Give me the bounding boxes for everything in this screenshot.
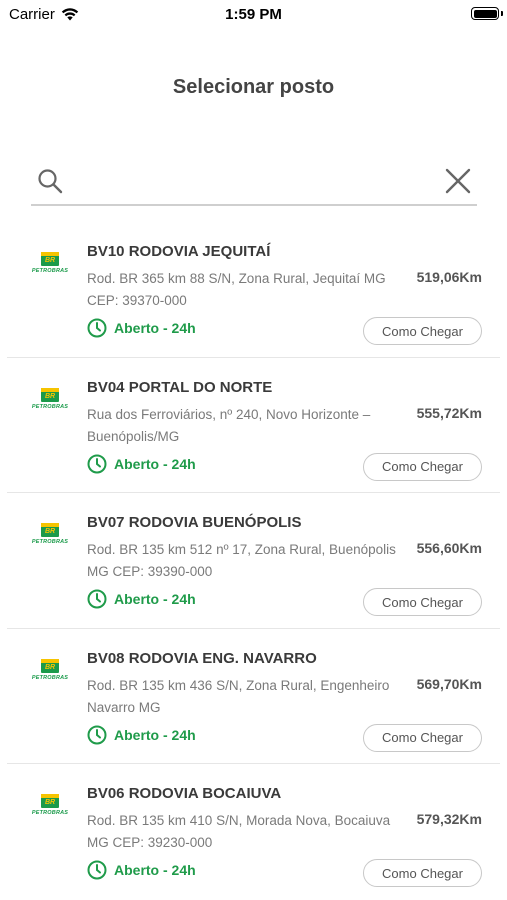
search-input[interactable]	[76, 168, 416, 198]
battery-tip	[501, 11, 503, 16]
station-address: Rod. BR 135 km 436 S/N, Zona Rural, Enge…	[87, 677, 390, 715]
logo-brand-text: PETROBRAS	[31, 674, 69, 681]
open-status: Aberto - 24h	[87, 725, 196, 745]
search-icon[interactable]	[37, 168, 63, 194]
logo-brand-text: PETROBRAS	[31, 810, 69, 816]
petrobras-logo: BR PETROBRAS	[29, 523, 71, 545]
open-status: Aberto - 24h	[87, 860, 196, 880]
station-distance: 519,06Km	[416, 269, 482, 285]
directions-button[interactable]: Como Chegar	[363, 317, 482, 345]
open-status: Aberto - 24h	[87, 318, 196, 338]
station-address: Rod. BR 365 km 88 S/N, Zona Rural, Jequi…	[87, 271, 386, 308]
open-status-label: Aberto - 24h	[114, 320, 196, 336]
station-name: BV04 PORTAL DO NORTE	[87, 378, 273, 396]
clock-icon	[87, 454, 107, 473]
station-address: Rod. BR 135 km 512 nº 17, Zona Rural, Bu…	[87, 542, 396, 579]
station-distance: 579,32Km	[416, 811, 482, 827]
clock-icon	[87, 860, 107, 880]
close-icon[interactable]	[445, 168, 471, 194]
station-name: BV10 RODOVIA JEQUITAÍ	[87, 243, 271, 260]
station-distance: 556,60Km	[416, 540, 482, 556]
logo-flag-text: BR	[44, 392, 56, 400]
logo-brand-text: PETROBRAS	[31, 403, 69, 410]
directions-button[interactable]: Como Chegar	[363, 452, 482, 481]
clock-icon	[87, 318, 107, 338]
open-status-label: Aberto - 24h	[114, 726, 196, 743]
directions-button[interactable]: Como Chegar	[363, 588, 482, 616]
logo-flag-text: BR	[44, 528, 56, 535]
search-bar	[31, 160, 477, 206]
directions-button[interactable]: Como Chegar	[363, 723, 482, 752]
battery-icon	[471, 7, 499, 20]
status-bar: Carrier 1:59 PM	[0, 0, 507, 30]
logo-flag-text: BR	[44, 663, 56, 671]
petrobras-logo: BR PETROBRAS	[29, 252, 71, 274]
logo-flag-text: BR	[44, 257, 56, 264]
open-status: Aberto - 24h	[87, 454, 196, 474]
list-item[interactable]: BR PETROBRAS BV07 RODOVIA BUENÓPOLIS Rod…	[7, 493, 500, 629]
open-status-label: Aberto - 24h	[114, 591, 196, 607]
clock: 1:59 PM	[225, 6, 282, 23]
station-name: BV06 RODOVIA BOCAIUVA	[87, 785, 282, 802]
logo-brand-text: PETROBRAS	[31, 268, 69, 274]
petrobras-logo: BR PETROBRAS	[29, 794, 71, 816]
clock-icon	[87, 589, 107, 609]
directions-button[interactable]: Como Chegar	[363, 859, 482, 887]
clock-icon	[87, 725, 107, 744]
page-title: Selecionar posto	[172, 76, 335, 98]
list-item[interactable]: BR PETROBRAS BV10 RODOVIA JEQUITAÍ Rod. …	[7, 222, 500, 358]
station-address: Rua dos Ferroviários, nº 240, Novo Horiz…	[87, 406, 371, 444]
station-name: BV07 RODOVIA BUENÓPOLIS	[87, 514, 302, 531]
petrobras-logo: BR PETROBRAS	[29, 387, 71, 410]
logo-brand-text: PETROBRAS	[31, 539, 69, 545]
station-distance: 555,72Km	[416, 404, 482, 421]
station-address: Rod. BR 135 km 410 S/N, Morada Nova, Boc…	[87, 813, 391, 850]
list-item[interactable]: BR PETROBRAS BV04 PORTAL DO NORTE Rua do…	[7, 358, 500, 493]
petrobras-logo: BR PETROBRAS	[29, 658, 71, 681]
logo-flag-text: BR	[44, 799, 56, 806]
open-status-label: Aberto - 24h	[114, 455, 196, 472]
station-name: BV08 RODOVIA ENG. NAVARRO	[87, 649, 317, 667]
open-status-label: Aberto - 24h	[114, 862, 196, 878]
station-distance: 569,70Km	[416, 675, 482, 692]
station-list: BR PETROBRAS BV10 RODOVIA JEQUITAÍ Rod. …	[0, 222, 507, 900]
list-item[interactable]: BR PETROBRAS BV08 RODOVIA ENG. NAVARRO R…	[7, 629, 500, 764]
open-status: Aberto - 24h	[87, 589, 196, 609]
list-item[interactable]: BR PETROBRAS BV06 RODOVIA BOCAIUVA Rod. …	[7, 764, 500, 900]
